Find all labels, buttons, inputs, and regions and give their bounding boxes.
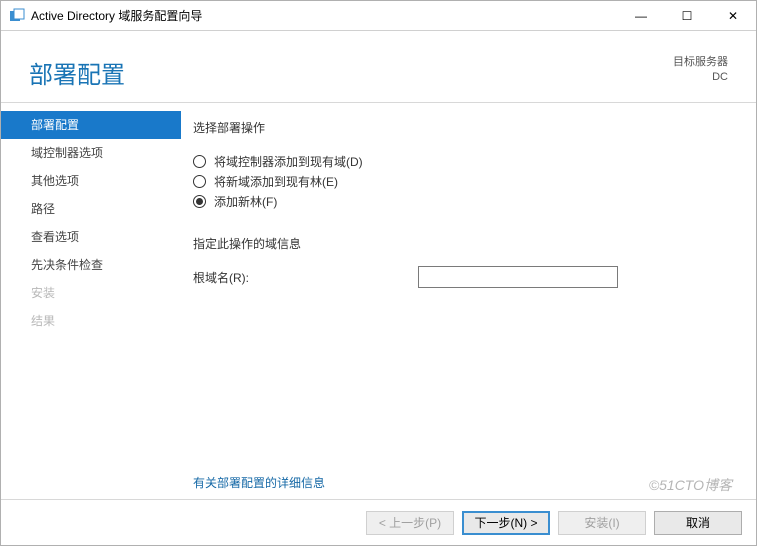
cancel-button[interactable]: 取消 xyxy=(654,511,742,535)
next-button[interactable]: 下一步(N) > xyxy=(462,511,550,535)
root-domain-row: 根域名(R): xyxy=(193,266,732,288)
prev-button[interactable]: < 上一步(P) xyxy=(366,511,454,535)
window-title: Active Directory 域服务配置向导 xyxy=(31,7,618,24)
radio-label: 添加新林(F) xyxy=(214,193,277,210)
page-title: 部署配置 xyxy=(29,55,673,90)
sidebar-item-7: 结果 xyxy=(1,307,181,335)
target-server-value: DC xyxy=(673,70,728,85)
radio-option-0[interactable]: 将域控制器添加到现有域(D) xyxy=(193,153,732,170)
target-server-box: 目标服务器 DC xyxy=(673,55,728,85)
radio-option-1[interactable]: 将新域添加到现有林(E) xyxy=(193,173,732,190)
radio-group: 将域控制器添加到现有域(D) 将新域添加到现有林(E) 添加新林(F) xyxy=(193,150,732,213)
window-controls: — ☐ ✕ xyxy=(618,1,756,30)
root-domain-label: 根域名(R): xyxy=(193,269,418,286)
app-icon xyxy=(9,8,25,24)
titlebar: Active Directory 域服务配置向导 — ☐ ✕ xyxy=(1,1,756,31)
target-server-label: 目标服务器 xyxy=(673,55,728,70)
sidebar-item-6: 安装 xyxy=(1,279,181,307)
radio-label: 将新域添加到现有林(E) xyxy=(214,173,338,190)
maximize-button[interactable]: ☐ xyxy=(664,1,710,30)
sidebar-item-5[interactable]: 先决条件检查 xyxy=(1,251,181,279)
root-domain-input[interactable] xyxy=(418,266,618,288)
sidebar: 部署配置域控制器选项其他选项路径查看选项先决条件检查安装结果 xyxy=(1,103,181,499)
radio-icon xyxy=(193,195,206,208)
radio-icon xyxy=(193,155,206,168)
install-button[interactable]: 安装(I) xyxy=(558,511,646,535)
sidebar-item-0[interactable]: 部署配置 xyxy=(1,111,181,139)
radio-option-2[interactable]: 添加新林(F) xyxy=(193,193,732,210)
sidebar-item-1[interactable]: 域控制器选项 xyxy=(1,139,181,167)
sidebar-item-3[interactable]: 路径 xyxy=(1,195,181,223)
header: 部署配置 目标服务器 DC xyxy=(1,31,756,103)
sidebar-item-2[interactable]: 其他选项 xyxy=(1,167,181,195)
radio-label: 将域控制器添加到现有域(D) xyxy=(214,153,363,170)
minimize-button[interactable]: — xyxy=(618,1,664,30)
radio-icon xyxy=(193,175,206,188)
select-operation-label: 选择部署操作 xyxy=(193,119,732,136)
footer: < 上一步(P) 下一步(N) > 安装(I) 取消 xyxy=(1,499,756,545)
more-info-link[interactable]: 有关部署配置的详细信息 xyxy=(193,474,732,491)
content-panel: 选择部署操作 将域控制器添加到现有域(D) 将新域添加到现有林(E) 添加新林(F)… xyxy=(181,103,756,499)
domain-info-label: 指定此操作的域信息 xyxy=(193,235,732,252)
close-button[interactable]: ✕ xyxy=(710,1,756,30)
sidebar-item-4[interactable]: 查看选项 xyxy=(1,223,181,251)
